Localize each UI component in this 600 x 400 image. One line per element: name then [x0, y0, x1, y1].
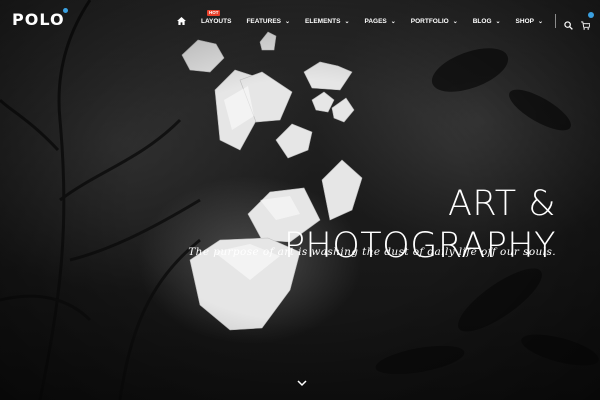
- nav-home[interactable]: [177, 17, 186, 25]
- site-header: POLO HOT LAYOUTS FEATURES ⌄ ELEMENTS ⌄ P…: [0, 0, 600, 38]
- hot-badge: HOT: [206, 9, 221, 16]
- nav-label: BLOG: [472, 17, 492, 25]
- nav-label: ELEMENTS: [305, 17, 341, 25]
- chevron-down-icon: ⌄: [390, 18, 396, 25]
- nav-item-layouts[interactable]: HOT LAYOUTS: [200, 9, 232, 25]
- logo-accent-dot: [63, 8, 68, 13]
- nav-label: PORTFOLIO: [410, 17, 449, 25]
- chevron-down-icon: ⌄: [495, 18, 501, 25]
- cart-icon: [581, 20, 591, 30]
- search-icon: [564, 20, 573, 30]
- chevron-down-icon: ⌄: [537, 18, 543, 25]
- hero-section: POLO HOT LAYOUTS FEATURES ⌄ ELEMENTS ⌄ P…: [0, 0, 600, 400]
- nav-item-elements[interactable]: ELEMENTS ⌄: [305, 18, 349, 25]
- main-nav: HOT LAYOUTS FEATURES ⌄ ELEMENTS ⌄ PAGES …: [162, 9, 594, 30]
- chevron-down-icon: ⌄: [285, 18, 291, 25]
- cart-button[interactable]: [581, 11, 594, 30]
- scroll-down-button[interactable]: [297, 374, 307, 387]
- chevron-down-icon: ⌄: [344, 18, 350, 25]
- hero-subtitle: The purpose of art is washing the dust o…: [188, 246, 556, 258]
- nav-label: SHOP: [515, 17, 534, 25]
- nav-label: FEATURES: [246, 17, 281, 25]
- hero-title-line-1: ART &: [447, 184, 556, 225]
- nav-item-pages[interactable]: PAGES ⌄: [364, 18, 395, 25]
- nav-item-features[interactable]: FEATURES ⌄: [246, 18, 290, 25]
- nav-item-portfolio[interactable]: PORTFOLIO ⌄: [411, 18, 458, 25]
- search-button[interactable]: [564, 17, 573, 30]
- home-icon: [177, 17, 186, 25]
- nav-label: LAYOUTS: [200, 17, 232, 25]
- nav-divider: [555, 14, 556, 28]
- site-logo[interactable]: POLO: [12, 10, 65, 29]
- chevron-down-icon: ⌄: [452, 18, 458, 25]
- nav-label: PAGES: [364, 17, 387, 25]
- cart-count-badge: [588, 11, 594, 18]
- nav-item-shop[interactable]: SHOP ⌄: [516, 18, 543, 25]
- nav-item-blog[interactable]: BLOG ⌄: [473, 18, 501, 25]
- chevron-down-icon: [297, 380, 307, 387]
